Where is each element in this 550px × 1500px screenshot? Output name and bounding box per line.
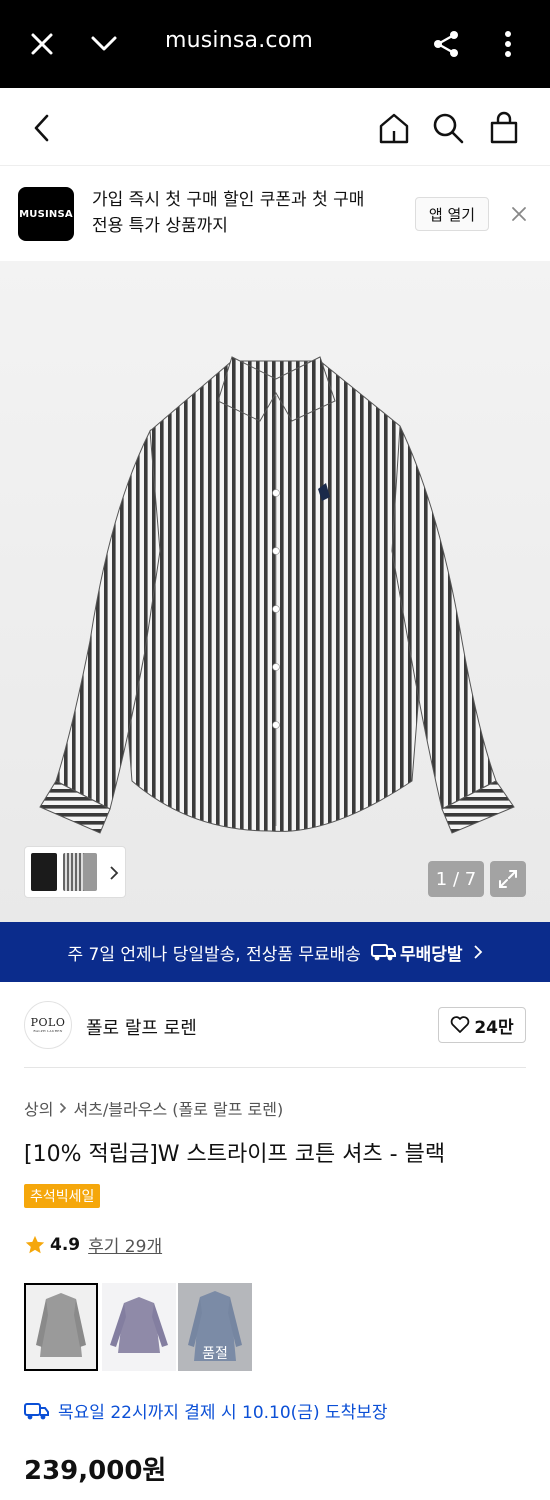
rating-row[interactable]: 4.9 후기 29개	[24, 1232, 162, 1257]
shipping-banner[interactable]: 주 7일 언제나 당일발송, 전상품 무료배송 무배당발	[0, 922, 550, 982]
breadcrumb-category[interactable]: 상의	[24, 1096, 53, 1120]
breadcrumb: 상의 셔츠/블라우스 (폴로 랄프 로렌)	[24, 1096, 283, 1120]
app-install-banner: MUSINSA 가입 즉시 첫 구매 할인 쿠폰과 첫 구매 전용 특가 상품까…	[0, 167, 550, 261]
share-icon[interactable]	[426, 24, 466, 64]
close-icon[interactable]	[22, 24, 62, 64]
color-option-blue-stripe[interactable]: 품절	[178, 1283, 252, 1371]
shirt-thumbnail	[102, 1283, 176, 1371]
chevron-right-icon	[60, 1102, 67, 1114]
sold-out-overlay: 품절	[178, 1283, 252, 1371]
free-delivery-badge: 무배당발	[370, 940, 463, 965]
delivery-guarantee: 목요일 22시까지 결제 시 10.10(금) 도착보장	[24, 1398, 388, 1423]
expand-icon[interactable]	[490, 861, 526, 897]
chevron-down-icon[interactable]	[84, 24, 124, 64]
thumbnail-strip[interactable]	[24, 846, 126, 898]
open-app-button[interactable]: 앱 열기	[415, 197, 489, 231]
close-icon[interactable]	[506, 201, 532, 227]
banner-line-1: 가입 즉시 첫 구매 할인 쿠폰과 첫 구매	[92, 190, 365, 210]
product-image-gallery[interactable]: 1 / 7	[0, 261, 550, 922]
url-text[interactable]: musinsa.com	[165, 28, 313, 53]
truck-icon	[24, 1402, 49, 1419]
chevron-right-icon	[473, 945, 482, 959]
like-count: 24만	[474, 1017, 514, 1038]
sale-badge: 추석빅세일	[24, 1184, 101, 1208]
brand-row[interactable]: POLO RALPH LAUREN 폴로 랄프 로렌 24만	[24, 982, 526, 1068]
cart-icon[interactable]	[484, 108, 524, 148]
color-option-purple-stripe[interactable]	[102, 1283, 176, 1371]
delivery-text: 목요일 22시까지 결제 시 10.10(금) 도착보장	[58, 1403, 388, 1423]
product-price: 239,000원	[24, 1456, 167, 1486]
more-vertical-icon[interactable]	[488, 24, 528, 64]
heart-icon	[451, 1016, 470, 1033]
like-button[interactable]: 24만	[438, 1007, 526, 1043]
star-icon	[25, 1235, 45, 1253]
rating-score: 4.9	[50, 1234, 81, 1255]
musinsa-logo: MUSINSA	[18, 187, 74, 241]
brand-logo-subtext: RALPH LAUREN	[33, 1029, 63, 1033]
browser-toolbar: musinsa.com	[0, 0, 550, 88]
color-option-grey-stripe[interactable]	[24, 1283, 98, 1371]
brand-name[interactable]: 폴로 랄프 로렌	[86, 1014, 197, 1040]
thumbnail-black[interactable]	[31, 853, 57, 891]
site-header	[0, 88, 550, 166]
shipping-text: 주 7일 언제나 당일발송, 전상품 무료배송	[67, 944, 361, 965]
free-delivery-label: 무배당발	[399, 944, 463, 965]
back-icon[interactable]	[22, 108, 62, 148]
shirt-thumbnail	[26, 1285, 96, 1369]
banner-text: 가입 즉시 첫 구매 할인 쿠폰과 첫 구매 전용 특가 상품까지	[92, 187, 402, 239]
chevron-right-icon[interactable]	[109, 865, 119, 881]
banner-line-2: 전용 특가 상품까지	[92, 216, 228, 236]
review-link[interactable]: 후기 29개	[88, 1232, 162, 1257]
image-counter: 1 / 7	[428, 861, 484, 897]
product-title: [10% 적립금]W 스트라이프 코튼 셔츠 - 블랙	[24, 1142, 446, 1167]
thumbnail-grey[interactable]	[83, 853, 97, 891]
brand-logo-text: POLO	[30, 1016, 66, 1029]
breadcrumb-subcategory[interactable]: 셔츠/블라우스 (폴로 랄프 로렌)	[73, 1096, 283, 1120]
home-icon[interactable]	[374, 108, 414, 148]
search-icon[interactable]	[428, 108, 468, 148]
brand-logo[interactable]: POLO RALPH LAUREN	[24, 1001, 72, 1049]
shirt-image	[39, 356, 515, 834]
truck-icon	[370, 944, 396, 961]
